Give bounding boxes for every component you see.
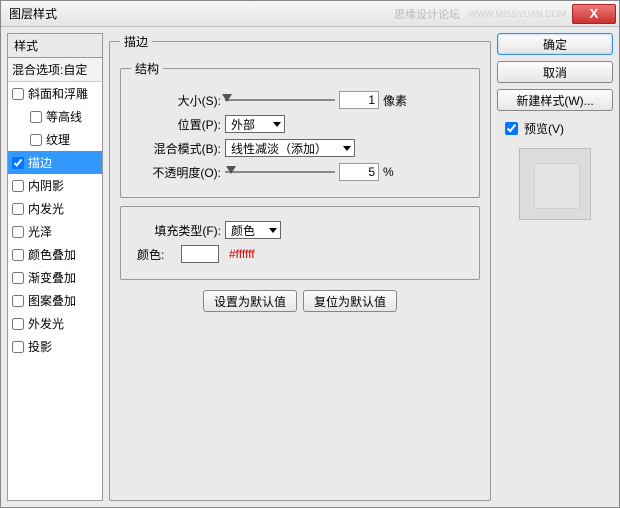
- style-checkbox[interactable]: [12, 203, 24, 215]
- style-item-bevel[interactable]: 斜面和浮雕: [8, 82, 102, 105]
- style-checkbox[interactable]: [12, 180, 24, 192]
- opacity-label: 不透明度(O):: [131, 164, 221, 181]
- style-checkbox[interactable]: [30, 134, 42, 146]
- style-label: 外发光: [28, 315, 64, 332]
- layer-style-dialog: 图层样式 思缘设计论坛 WWW.MISSYUAN.COM X 样式 混合选项:自…: [0, 0, 620, 508]
- new-style-button[interactable]: 新建样式(W)...: [497, 89, 613, 111]
- style-checkbox[interactable]: [12, 157, 24, 169]
- opacity-input[interactable]: [339, 163, 379, 181]
- position-row: 位置(P): 外部: [131, 115, 469, 133]
- opacity-slider[interactable]: [225, 171, 335, 173]
- style-checkbox[interactable]: [12, 249, 24, 261]
- style-label: 内阴影: [28, 177, 64, 194]
- titlebar: 图层样式 思缘设计论坛 WWW.MISSYUAN.COM X: [1, 1, 619, 27]
- style-label: 斜面和浮雕: [28, 85, 88, 102]
- window-title: 图层样式: [9, 5, 57, 22]
- filltype-label: 填充类型(F):: [131, 222, 221, 239]
- color-row: 颜色: #ffffff: [131, 245, 469, 263]
- structure-fieldset: 结构 大小(S): 像素 位置(P): 外部: [120, 60, 480, 198]
- style-label: 光泽: [28, 223, 52, 240]
- position-label: 位置(P):: [131, 116, 221, 133]
- size-label: 大小(S):: [131, 92, 221, 109]
- style-label: 渐变叠加: [28, 269, 76, 286]
- blend-options-item[interactable]: 混合选项:自定: [8, 58, 102, 82]
- make-default-label: 设置为默认值: [214, 293, 286, 310]
- watermark-text: 思缘设计论坛: [394, 6, 460, 22]
- color-hex: #ffffff: [229, 247, 255, 261]
- style-checkbox[interactable]: [12, 272, 24, 284]
- preview-checkbox-row[interactable]: 预览(V): [501, 119, 613, 138]
- style-label: 等高线: [46, 108, 82, 125]
- style-checkbox[interactable]: [12, 341, 24, 353]
- filltype-value: 颜色: [231, 222, 255, 239]
- filltype-select[interactable]: 颜色: [225, 221, 281, 239]
- style-item-inner-glow[interactable]: 内发光: [8, 197, 102, 220]
- styles-header: 样式: [7, 33, 103, 57]
- position-value: 外部: [231, 116, 255, 133]
- make-default-button[interactable]: 设置为默认值: [203, 290, 297, 312]
- styles-panel: 样式 混合选项:自定 斜面和浮雕 等高线 纹理: [7, 33, 103, 501]
- opacity-unit: %: [383, 165, 394, 179]
- blendmode-select[interactable]: 线性减淡（添加）: [225, 139, 355, 157]
- style-item-contour[interactable]: 等高线: [8, 105, 102, 128]
- style-item-texture[interactable]: 纹理: [8, 128, 102, 151]
- watermark-url: WWW.MISSYUAN.COM: [468, 9, 566, 19]
- style-item-pattern-overlay[interactable]: 图案叠加: [8, 289, 102, 312]
- close-icon: X: [590, 6, 599, 21]
- dialog-body: 样式 混合选项:自定 斜面和浮雕 等高线 纹理: [1, 27, 619, 507]
- size-unit: 像素: [383, 92, 407, 109]
- preview-checkbox[interactable]: [505, 122, 518, 135]
- style-checkbox[interactable]: [12, 226, 24, 238]
- style-item-drop-shadow[interactable]: 投影: [8, 335, 102, 358]
- style-checkbox[interactable]: [12, 295, 24, 307]
- size-slider[interactable]: [225, 99, 335, 101]
- position-select[interactable]: 外部: [225, 115, 285, 133]
- blendmode-label: 混合模式(B):: [131, 140, 221, 157]
- style-checkbox[interactable]: [12, 88, 24, 100]
- color-label: 颜色:: [137, 246, 177, 263]
- blend-options-label: 混合选项:自定: [12, 61, 87, 78]
- preview-thumbnail: [519, 148, 591, 220]
- action-panel: 确定 取消 新建样式(W)... 预览(V): [497, 33, 613, 501]
- cancel-label: 取消: [543, 64, 567, 81]
- style-label: 投影: [28, 338, 52, 355]
- style-label: 颜色叠加: [28, 246, 76, 263]
- style-item-satin[interactable]: 光泽: [8, 220, 102, 243]
- style-checkbox[interactable]: [30, 111, 42, 123]
- slider-thumb-icon: [226, 166, 236, 174]
- size-input[interactable]: [339, 91, 379, 109]
- style-label: 内发光: [28, 200, 64, 217]
- default-buttons: 设置为默认值 复位为默认值: [120, 290, 480, 312]
- style-label: 描边: [28, 154, 52, 171]
- opacity-row: 不透明度(O): %: [131, 163, 469, 181]
- ok-button[interactable]: 确定: [497, 33, 613, 55]
- fill-fieldset: 填充类型(F): 颜色 颜色: #ffffff: [120, 206, 480, 280]
- stroke-legend: 描边: [120, 33, 152, 50]
- style-label: 纹理: [46, 131, 70, 148]
- style-item-stroke[interactable]: 描边: [8, 151, 102, 174]
- style-item-color-overlay[interactable]: 颜色叠加: [8, 243, 102, 266]
- reset-default-label: 复位为默认值: [314, 293, 386, 310]
- blendmode-value: 线性减淡（添加）: [231, 140, 327, 157]
- settings-panel: 描边 结构 大小(S): 像素 位置(P): 外部: [109, 33, 491, 501]
- cancel-button[interactable]: 取消: [497, 61, 613, 83]
- style-label: 图案叠加: [28, 292, 76, 309]
- style-item-gradient-overlay[interactable]: 渐变叠加: [8, 266, 102, 289]
- styles-list: 混合选项:自定 斜面和浮雕 等高线 纹理 描边: [7, 57, 103, 501]
- reset-default-button[interactable]: 复位为默认值: [303, 290, 397, 312]
- slider-thumb-icon: [222, 94, 232, 102]
- close-button[interactable]: X: [572, 4, 616, 24]
- preview-label: 预览(V): [524, 120, 564, 137]
- structure-legend: 结构: [131, 60, 163, 77]
- ok-label: 确定: [543, 36, 567, 53]
- style-checkbox[interactable]: [12, 318, 24, 330]
- filltype-row: 填充类型(F): 颜色: [131, 221, 469, 239]
- style-item-inner-shadow[interactable]: 内阴影: [8, 174, 102, 197]
- color-swatch[interactable]: [181, 245, 219, 263]
- new-style-label: 新建样式(W)...: [516, 92, 593, 109]
- blendmode-row: 混合模式(B): 线性减淡（添加）: [131, 139, 469, 157]
- size-row: 大小(S): 像素: [131, 91, 469, 109]
- stroke-fieldset: 描边 结构 大小(S): 像素 位置(P): 外部: [109, 33, 491, 501]
- style-item-outer-glow[interactable]: 外发光: [8, 312, 102, 335]
